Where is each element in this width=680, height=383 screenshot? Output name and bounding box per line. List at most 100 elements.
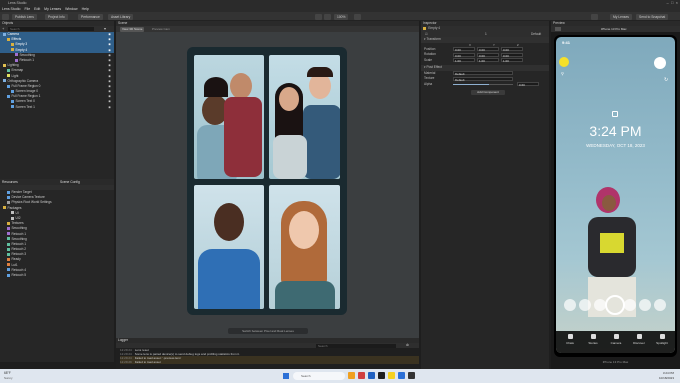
search-icon[interactable]: ⚲	[561, 71, 564, 76]
visibility-icon[interactable]: ◉	[108, 105, 111, 110]
settings-icon[interactable]	[324, 13, 331, 20]
add-component-button[interactable]: Add Component	[471, 90, 505, 95]
nav-chats[interactable]: Chats	[560, 334, 580, 345]
taskbar-app-icon[interactable]	[408, 372, 415, 379]
flip-camera-icon[interactable]: ↻	[664, 77, 668, 83]
tab-scene-config[interactable]: Scene Config	[60, 179, 80, 185]
menu-item[interactable]: Edit	[34, 7, 40, 11]
taskbar-time[interactable]: 3:24 PM	[644, 371, 674, 375]
taskbar-app-icon[interactable]	[358, 372, 365, 379]
taskbar-search-input[interactable]: Search	[293, 372, 345, 380]
menu-item[interactable]: Window	[65, 7, 77, 11]
preview-toolbar: iPhone 13 Pro Max	[551, 26, 680, 32]
nav-stories[interactable]: Stories	[583, 334, 603, 345]
device-select[interactable]: iPhone 13 Pro Max	[601, 26, 627, 32]
menu-item[interactable]: Help	[82, 7, 89, 11]
lens-thumbnail[interactable]	[639, 299, 651, 311]
zoom-select[interactable]: 100%	[334, 13, 349, 20]
menu-item[interactable]: My Lenses	[44, 7, 61, 11]
lens-thumbnail[interactable]	[654, 299, 666, 311]
alpha-slider[interactable]	[453, 83, 513, 85]
alpha-value[interactable]: 0.60	[517, 82, 539, 87]
lens-thumbnail[interactable]	[579, 299, 591, 311]
fit-icon[interactable]	[354, 13, 361, 20]
menu-item[interactable]: File	[25, 7, 31, 11]
lens-canvas[interactable]	[187, 47, 347, 315]
object-type-icon	[7, 37, 10, 41]
taskbar-app-icon[interactable]	[348, 372, 355, 379]
subject-shirt	[600, 233, 624, 253]
maximize-icon[interactable]: □	[671, 0, 673, 5]
project-info-button[interactable]: Project Info	[45, 13, 68, 20]
performance-button[interactable]: Performance	[78, 13, 103, 20]
rotation-field[interactable]: 0.00	[477, 52, 499, 58]
lens-thumbnail[interactable]	[564, 299, 576, 311]
snapchat-icon[interactable]	[559, 57, 569, 67]
scale-field[interactable]: 1.00	[453, 58, 475, 63]
bottom-nav: Chats Stories Camera Discover Spotlight	[556, 331, 675, 353]
lens-thumbnail[interactable]	[624, 299, 636, 311]
tree-row-label: Camera	[7, 32, 19, 36]
nav-icon	[659, 334, 665, 339]
object-type-icon	[7, 68, 10, 72]
lens-carousel[interactable]	[556, 295, 675, 315]
material-field[interactable]: Default	[453, 71, 513, 76]
start-icon[interactable]	[283, 373, 289, 379]
chevron-down-icon: ▾	[424, 65, 426, 69]
objects-search-input[interactable]: Search	[8, 27, 94, 31]
layout-icon[interactable]	[2, 13, 9, 20]
taskbar-app-icon[interactable]	[378, 372, 385, 379]
camera-icon[interactable]	[315, 13, 322, 20]
resource-label: Lut1	[11, 262, 18, 267]
rotation-field[interactable]: 0.00	[453, 52, 475, 58]
position-field[interactable]: 0.00	[501, 47, 523, 52]
publish-button[interactable]: Publish Lens	[12, 13, 37, 20]
tab-resources[interactable]: Resources	[2, 179, 18, 185]
position-field[interactable]: 0.00	[477, 47, 499, 52]
resource-label: Physics Root World Settings	[11, 200, 52, 205]
capture-button[interactable]	[605, 295, 625, 315]
menu-item[interactable]: Lens Studio	[2, 7, 21, 11]
taskbar-app-icon[interactable]	[388, 372, 395, 379]
scale-field[interactable]: 1.00	[501, 58, 523, 63]
switch-lens-mode-button[interactable]: Switch between Pixel and Real Lenses	[228, 328, 308, 334]
device-icon[interactable]	[555, 27, 561, 31]
add-friend-icon[interactable]	[654, 57, 666, 69]
nav-camera[interactable]: Camera	[606, 334, 626, 345]
taskbar-app-icon[interactable]	[368, 372, 375, 379]
asset-library-button[interactable]: Asset Library	[108, 13, 134, 20]
taskbar-date[interactable]: 10/18/2023	[644, 376, 674, 380]
clear-icon[interactable]: ⊘	[406, 343, 409, 348]
inspector-object-name[interactable]: Empty 4	[428, 26, 440, 30]
nav-spotlight[interactable]: Spotlight	[652, 334, 672, 345]
object-type-icon	[3, 79, 6, 83]
rotation-field[interactable]: 0.00	[501, 52, 523, 58]
position-field[interactable]: 0.00	[453, 47, 475, 52]
send-to-snapchat-button[interactable]: Send to Snapchat	[636, 13, 669, 20]
toolbar: Publish Lens Project Info Performance As…	[0, 12, 680, 21]
taskbar-app-icon[interactable]	[398, 372, 405, 379]
scene-panel: Scene View 3D Scene Preview Cam Switch b…	[116, 21, 419, 338]
scale-field[interactable]: 1.00	[477, 58, 499, 63]
close-icon[interactable]: ×	[676, 0, 678, 5]
texture-field[interactable]: Default	[453, 76, 513, 82]
resource-type-icon	[7, 258, 10, 262]
taskbar: 68°F Sunny Search 3:24 PM 10/18/2023	[0, 369, 680, 383]
minimize-icon[interactable]: –	[667, 0, 669, 5]
tree-row[interactable]: Screen Text 1 ◉	[0, 105, 114, 110]
logger-toolbar: Search ⊘	[116, 343, 419, 348]
nav-discover[interactable]: Discover	[629, 334, 649, 345]
resource-item[interactable]: Retouch 5	[0, 273, 114, 278]
phone-screen[interactable]: 9:41 ⚲ ↻ 3:24 PM WEDNESDAY, OCT 18, 2023…	[556, 37, 675, 353]
tree-row-label: Smoothing	[19, 52, 35, 57]
my-lenses-button[interactable]: My Lenses	[610, 13, 632, 20]
tab-preview-cam[interactable]: Preview Cam	[150, 27, 172, 32]
gear-icon[interactable]	[591, 13, 598, 20]
tab-view-3d-scene[interactable]: View 3D Scene	[120, 26, 145, 32]
tree-row-label: Screen Text 1	[15, 104, 35, 109]
weather-temp[interactable]: 68°F	[4, 371, 11, 375]
resource-label: Smoothing	[11, 236, 27, 241]
logger-search-input[interactable]: Search	[316, 343, 396, 348]
weather-sub: Sunny	[4, 375, 13, 380]
resource-label: Retouch 1	[11, 231, 27, 236]
